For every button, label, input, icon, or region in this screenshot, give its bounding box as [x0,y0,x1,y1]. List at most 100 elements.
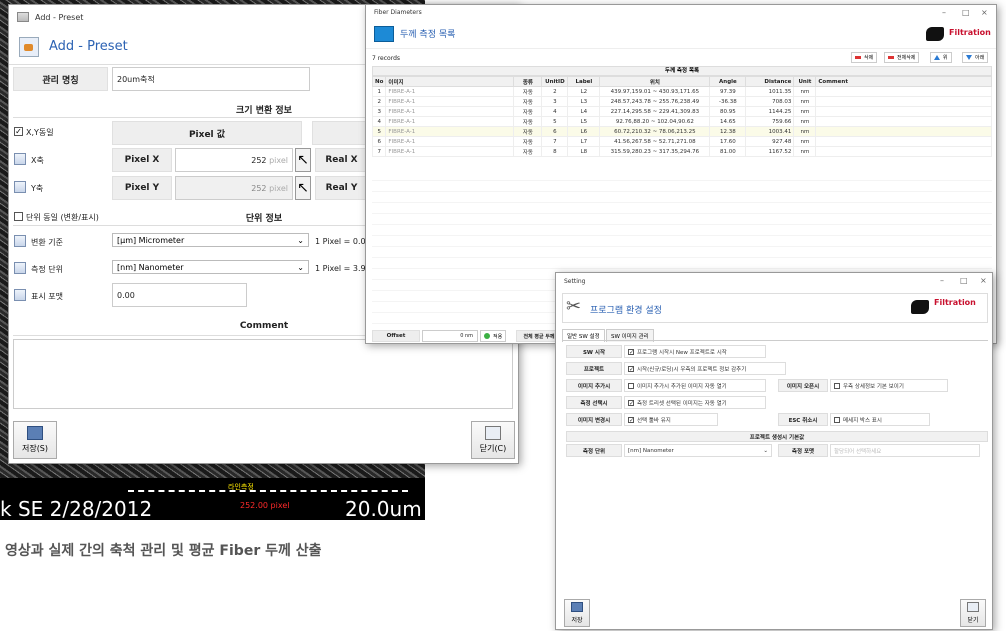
minimize-icon[interactable]: – [942,8,946,17]
delete-label: 삭제 [864,55,874,61]
sw-start-option[interactable]: ✓ 프로그램 시작시 New 프로젝트로 시작 [624,345,766,358]
fiber-window-title: Fiber Diameters [374,8,422,16]
col-header[interactable]: Comment [815,76,992,87]
cell-no: 4 [371,116,387,127]
cell-uid: 4 [541,106,569,117]
move-up-button[interactable]: 위 [930,52,952,63]
table-row[interactable]: 5 FIBRE-A-1 자동 6 L6 60.72,210.32 ~ 78.06,213.… [371,126,992,137]
image-change-option[interactable]: ✓ 선택 툴바 유지 [624,413,718,426]
sem-scale-text: 20.0um [345,497,422,521]
pick-y-cursor-icon[interactable]: ↖ [295,176,311,200]
table-row[interactable]: 1 FIBRE-A-1 자동 2 L2 439.97,159.01 ~ 430.93,17… [371,86,992,97]
close-icon [967,602,979,612]
cell-uid: 5 [541,116,569,127]
table-row[interactable]: 2 FIBRE-A-1 자동 3 L3 248.57,243.78 ~ 255.76,23… [371,96,992,107]
save-button[interactable]: 저장(S) [13,421,57,459]
unit-same-checkbox[interactable] [14,212,23,221]
cell-comment [815,146,992,157]
cell-unit: nm [793,96,817,107]
pixel-y-label: Pixel Y [112,176,172,200]
setting-measure-unit-select[interactable]: [nm] Nanometer ⌄ [624,444,772,457]
cell-label: L8 [567,146,601,157]
chevron-down-icon: ⌄ [297,262,304,272]
esc-option[interactable]: 메세지 박스 표시 [830,413,930,426]
brand-logo-icon [911,300,929,314]
offset-input[interactable]: 0 nm [422,330,478,342]
setting-measure-scale-label: 측정 포맷 [778,444,828,457]
measure-select-option[interactable]: ✓ 측정 트리셋 선택된 이미지는 자동 열기 [624,396,766,409]
sw-start-text: 프로그램 시작시 New 프로젝트로 시작 [637,349,727,356]
close-button[interactable]: 닫기(C) [471,421,515,459]
table-row[interactable]: 6 FIBRE-A-1 자동 7 L7 41.56,267.58 ~ 52.71,271.… [371,136,992,147]
checkbox-icon [834,416,840,423]
image-open-option[interactable]: 우측 상세정보 기본 보이기 [830,379,948,392]
cell-dist: 708.03 [745,96,795,107]
pixel-x-unit: pixel [269,155,288,165]
col-header[interactable]: Angle [709,76,747,87]
cell-no: 7 [371,146,387,157]
name-input[interactable]: 20um축적 [112,67,310,91]
table-row[interactable]: 3 FIBRE-A-1 자동 4 L4 227.14,295.58 ~ 229.41,30… [371,106,992,117]
cell-img: FIBRE-A-1 [385,146,515,157]
convert-basis-label: 변환 기준 [31,238,63,247]
table-row[interactable]: 4 FIBRE-A-1 자동 5 L5 92.76,88.20 ~ 102.04,90.6… [371,116,992,127]
setting-window: Setting – □ × ✂ 프로그램 환경 설정 Filtration 일반… [555,272,993,630]
cell-dist: 1167.52 [745,146,795,157]
minimize-icon[interactable]: – [940,276,944,285]
table-row[interactable]: 7 FIBRE-A-1 자동 8 L8 315.59,280.23 ~ 317.35,29… [371,146,992,157]
cell-dist: 1003.41 [745,126,795,137]
col-header[interactable]: Unit [793,76,817,87]
cell-unit: nm [793,146,817,157]
real-value-header [312,121,368,145]
delete-all-button[interactable]: 전체삭제 [884,52,920,63]
cell-kind: 자동 [513,96,543,107]
xy-same-checkbox[interactable]: ✓ [14,127,23,136]
chevron-down-icon: ⌄ [763,447,768,454]
col-header[interactable]: 종류 [513,76,543,87]
maximize-icon[interactable]: □ [960,276,968,285]
image-change-text: 선택 툴바 유지 [637,417,671,424]
delete-button[interactable]: 삭제 [851,52,878,63]
caption: 영상과 실제 간의 축척 관리 및 평균 Fiber 두께 산출 [5,543,322,559]
close-icon[interactable]: × [981,8,988,17]
checkbox-icon: ✓ [628,365,635,373]
convert-basis-select[interactable]: [μm] Micrometer ⌄ [112,233,309,247]
comment-input[interactable] [13,339,513,409]
x-axis-label: X축 [31,156,44,165]
setting-measure-unit-value: [nm] Nanometer [628,447,674,454]
cell-no: 2 [371,96,387,107]
scale-line [128,490,408,494]
col-header[interactable]: 위치 [599,76,711,87]
fiber-titlebar: Fiber Diameters [366,5,996,19]
pick-x-cursor-icon[interactable]: ↖ [295,148,311,172]
setting-measure-scale-input[interactable]: 할당되어 선택하세요 [830,444,980,457]
name-label: 관리 명칭 [13,67,108,91]
cell-img: FIBRE-A-1 [385,96,515,107]
pixel-y-input[interactable]: 252 pixel [175,176,293,200]
cell-unit: nm [793,86,817,97]
move-down-button[interactable]: 아래 [962,52,989,63]
minus-icon [888,56,894,59]
display-format-input[interactable]: 0.00 [112,283,247,307]
cell-dist: 759.66 [745,116,795,127]
pixel-x-input[interactable]: 252 pixel [175,148,293,172]
col-header[interactable]: UnitID [541,76,569,87]
col-header[interactable]: Distance [745,76,795,87]
close-icon[interactable]: × [980,276,987,285]
offset-label: Offset [372,330,420,342]
col-header[interactable]: Label [567,76,601,87]
measure-unit-select[interactable]: [nm] Nanometer ⌄ [112,260,309,274]
col-header[interactable]: No [371,76,387,87]
maximize-icon[interactable]: □ [962,8,970,17]
setting-close-button[interactable]: 닫기 [960,599,986,627]
col-header[interactable]: 이미지 [385,76,515,87]
project-option[interactable]: ✓ 시작(신규/로딩)시 우측의 프로젝트 정보 감추기 [624,362,786,375]
comment-header: Comment [239,321,289,331]
image-add-option[interactable]: 이미지 추가시 추가된 이미지 자동 열기 [624,379,766,392]
cell-comment [815,86,992,97]
apply-button[interactable]: 적용 [480,330,507,342]
cell-pos: 41.56,267.58 ~ 52.71,271.08 [599,136,711,147]
cell-uid: 7 [541,136,569,147]
image-open-label: 이미지 오픈시 [778,379,828,392]
setting-save-button[interactable]: 저장 [564,599,590,627]
